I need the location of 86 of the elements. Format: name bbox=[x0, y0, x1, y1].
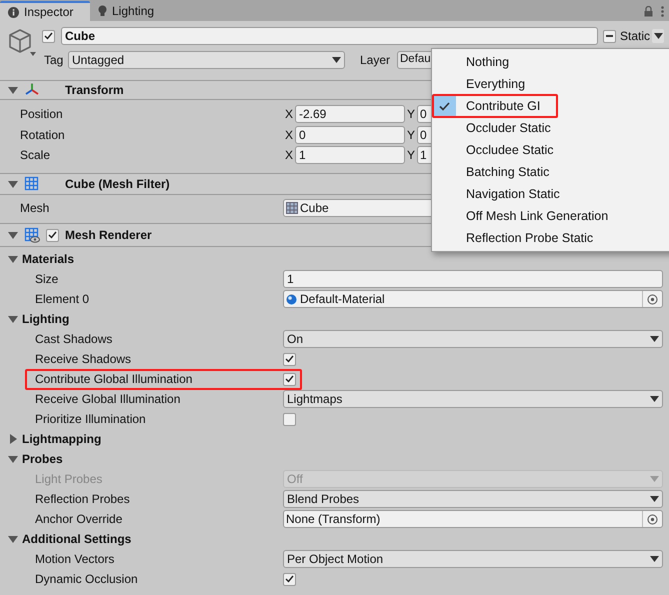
property-label: Size bbox=[35, 271, 58, 288]
lock-icon[interactable] bbox=[644, 6, 653, 16]
sphere-icon bbox=[286, 294, 297, 304]
dropdown[interactable]: On bbox=[283, 330, 663, 348]
property-label: Element 0 bbox=[35, 291, 90, 308]
static-dropdown-button[interactable] bbox=[652, 29, 664, 43]
axis-label: X bbox=[284, 127, 294, 144]
name-field[interactable]: Cube bbox=[61, 27, 598, 45]
caret-icon bbox=[332, 57, 341, 63]
axis-label: Y bbox=[406, 106, 416, 123]
input-field[interactable]: 1 bbox=[295, 146, 405, 164]
checkbox[interactable] bbox=[283, 352, 296, 366]
section-label[interactable]: Lightmapping bbox=[22, 430, 102, 448]
checkbox[interactable] bbox=[283, 572, 296, 586]
lightbulb-icon bbox=[98, 5, 107, 17]
object-picker-icon[interactable] bbox=[647, 514, 658, 524]
input-field[interactable]: 0 bbox=[295, 126, 405, 144]
object-field[interactable]: Default-Material bbox=[283, 290, 663, 308]
dropdown[interactable]: Lightmaps bbox=[283, 390, 663, 408]
property-label: Light Probes bbox=[35, 471, 102, 488]
property-label: Dynamic Occlusion bbox=[35, 571, 138, 588]
section-label[interactable]: Materials bbox=[22, 250, 74, 268]
mesh-grid-icon bbox=[286, 202, 298, 214]
checkbox[interactable] bbox=[42, 30, 55, 42]
static-toggle[interactable] bbox=[602, 30, 616, 42]
property-label: Reflection Probes bbox=[35, 491, 130, 508]
property-label: Contribute Global Illumination bbox=[35, 371, 192, 388]
property-label: Motion Vectors bbox=[35, 551, 114, 568]
property-label: Receive Shadows bbox=[35, 351, 132, 368]
tab[interactable]: Lighting bbox=[90, 1, 168, 21]
caret-icon bbox=[650, 336, 659, 342]
foldout-arrow-icon[interactable] bbox=[8, 454, 18, 464]
menu-item[interactable]: Nothing bbox=[432, 51, 669, 73]
checkmark-icon bbox=[438, 102, 450, 110]
checkbox[interactable] bbox=[283, 372, 296, 386]
foldout-arrow-icon[interactable] bbox=[8, 230, 18, 240]
grid-eye-icon bbox=[24, 227, 40, 243]
tag-label: Tag bbox=[43, 52, 64, 69]
object-picker-icon[interactable] bbox=[647, 294, 658, 304]
foldout-arrow-icon[interactable] bbox=[8, 434, 18, 444]
property-label: Mesh bbox=[20, 200, 50, 217]
foldout-arrow-icon[interactable] bbox=[8, 254, 18, 264]
object-field[interactable]: None (Transform) bbox=[283, 510, 663, 528]
menu-item[interactable]: Reflection Probe Static bbox=[432, 227, 669, 249]
tag-dropdown[interactable]: Untagged bbox=[68, 51, 345, 69]
property-label: Anchor Override bbox=[35, 511, 122, 528]
input-field[interactable]: -2.69 bbox=[295, 105, 405, 123]
checkbox[interactable] bbox=[283, 412, 296, 426]
component-title: Transform bbox=[65, 82, 124, 99]
section-label[interactable]: Lighting bbox=[22, 310, 70, 328]
axis-label: X bbox=[284, 106, 294, 123]
property-label: Prioritize Illumination bbox=[35, 411, 146, 428]
component-title: Mesh Renderer bbox=[65, 227, 152, 244]
menu-item[interactable]: Occluder Static bbox=[432, 117, 669, 139]
component-title: Cube (Mesh Filter) bbox=[65, 176, 170, 193]
caret-icon bbox=[650, 556, 659, 562]
foldout-arrow-icon[interactable] bbox=[8, 534, 18, 544]
menu-item[interactable]: Occludee Static bbox=[432, 139, 669, 161]
grid-icon bbox=[24, 176, 40, 192]
section-label[interactable]: Probes bbox=[22, 450, 63, 468]
static-label: Static bbox=[620, 28, 650, 45]
caret-icon bbox=[650, 476, 659, 482]
caret-icon bbox=[650, 496, 659, 502]
property-label: Position bbox=[20, 107, 63, 121]
caret-icon bbox=[650, 396, 659, 402]
foldout-arrow-icon[interactable] bbox=[8, 85, 18, 95]
section-label[interactable]: Additional Settings bbox=[22, 530, 132, 548]
cube-icon[interactable] bbox=[7, 27, 37, 57]
caret-icon bbox=[654, 33, 662, 39]
property-label: Receive Global Illumination bbox=[35, 391, 180, 408]
foldout-arrow-icon[interactable] bbox=[8, 179, 18, 189]
property-label: Rotation bbox=[20, 128, 65, 142]
axis-label: Y bbox=[406, 127, 416, 144]
info-icon bbox=[8, 6, 19, 18]
input-field[interactable]: 1 bbox=[283, 270, 663, 288]
dropdown[interactable]: Per Object Motion bbox=[283, 550, 663, 568]
layer-label: Layer bbox=[360, 52, 392, 69]
property-label: Cast Shadows bbox=[35, 331, 112, 348]
checkbox[interactable] bbox=[46, 228, 59, 242]
more-options-icon[interactable] bbox=[661, 6, 664, 16]
axis-label: X bbox=[284, 147, 294, 164]
property-label: Scale bbox=[20, 148, 50, 162]
dropdown[interactable]: Blend Probes bbox=[283, 490, 663, 508]
axis-label: Y bbox=[406, 147, 416, 164]
tab[interactable]: Inspector bbox=[0, 1, 90, 21]
foldout-arrow-icon[interactable] bbox=[8, 314, 18, 324]
